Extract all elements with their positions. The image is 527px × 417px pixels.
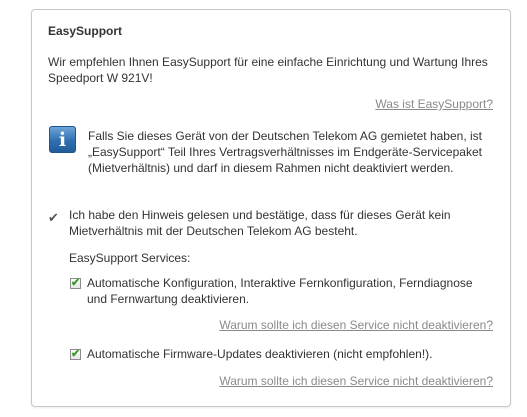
confirm-no-rental-text: Ich habe den Hinweis gelesen und bestäti… [69, 208, 451, 238]
easysupport-panel: EasySupport Wir empfehlen Ihnen EasySupp… [31, 9, 511, 407]
what-is-easysupport-link[interactable]: Was ist EasySupport? [375, 97, 493, 111]
why-not-disable-remote-config-link[interactable]: Warum sollte ich diesen Service nicht de… [219, 318, 493, 332]
disable-remote-config-checkbox[interactable]: ✔ [70, 277, 81, 289]
rental-notice-text: Falls Sie dieses Gerät von der Deutschen… [88, 129, 482, 175]
intro-text: Wir empfehlen Ihnen EasySupport für eine… [48, 55, 488, 85]
disable-firmware-updates-label: Automatische Firmware-Updates deaktivier… [87, 347, 433, 361]
why-not-disable-firmware-updates-link[interactable]: Warum sollte ich diesen Service nicht de… [219, 374, 493, 388]
disable-firmware-updates-checkbox[interactable]: ✔ [70, 348, 81, 360]
panel-title: EasySupport [48, 24, 123, 38]
checkbox-check-icon: ✔ [71, 348, 81, 360]
checkbox-check-icon: ✔ [71, 277, 81, 289]
services-heading: EasySupport Services: [69, 251, 191, 265]
confirm-checkmark-icon[interactable]: ✔ [48, 211, 59, 225]
info-icon-glyph: i [58, 129, 67, 151]
info-icon: i [49, 126, 76, 153]
disable-remote-config-label: Automatische Konfiguration, Interaktive … [87, 276, 473, 306]
